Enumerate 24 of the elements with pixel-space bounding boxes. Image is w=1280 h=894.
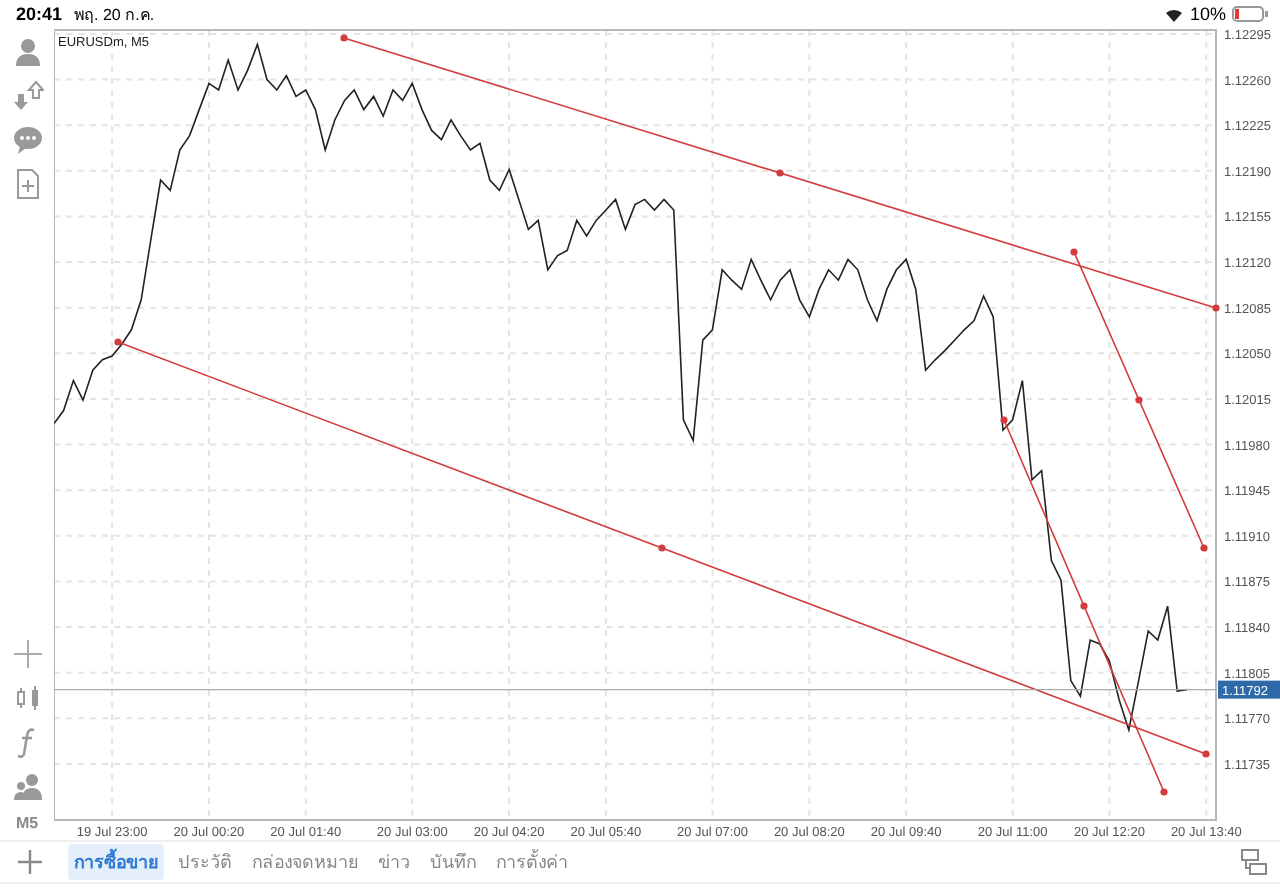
add-button[interactable]	[12, 844, 48, 880]
tab[interactable]: กล่องจดหมาย	[246, 844, 364, 880]
trend-line[interactable]	[340, 34, 1220, 312]
status-date: พฤ. 20 ก.ค.	[74, 3, 155, 27]
crosshair-icon[interactable]	[11, 638, 43, 670]
people-icon[interactable]	[11, 770, 43, 802]
wifi-icon	[1163, 6, 1184, 22]
arrows-icon[interactable]	[11, 80, 43, 112]
new-document-icon[interactable]	[11, 168, 43, 200]
status-time: 20:41	[16, 4, 63, 24]
tab[interactable]: การซื้อขาย	[68, 844, 164, 880]
tab[interactable]: ประวัติ	[172, 844, 238, 880]
tab[interactable]: การตั้งค่า	[490, 844, 574, 880]
tab[interactable]: บันทึก	[424, 844, 482, 880]
tab[interactable]: ข่าว	[372, 844, 416, 880]
trend-line[interactable]	[1000, 416, 1168, 796]
battery-icon	[1232, 6, 1268, 22]
trend-line[interactable]	[1070, 248, 1208, 552]
chat-icon[interactable]	[11, 124, 43, 156]
battery-percent: 10%	[1189, 4, 1226, 24]
candlestick-icon[interactable]	[11, 682, 43, 714]
person-icon[interactable]	[11, 36, 43, 68]
layout-icon[interactable]	[1240, 848, 1268, 876]
timeframe-button[interactable]: M5	[15, 814, 39, 832]
